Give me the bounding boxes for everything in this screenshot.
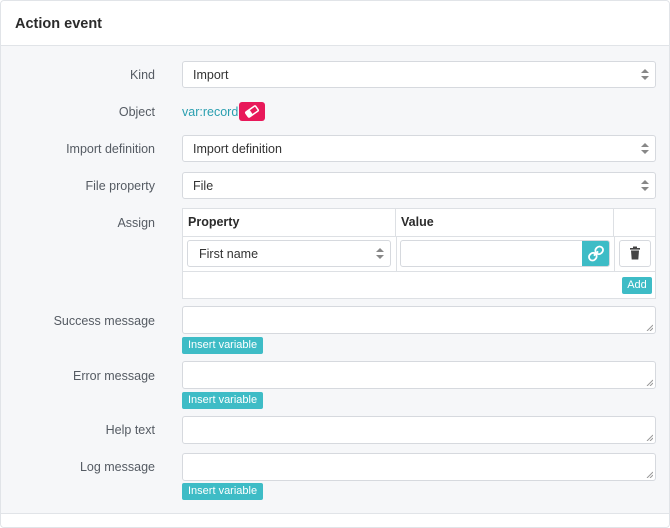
cell-divider <box>614 236 615 271</box>
object-label: Object <box>118 105 155 119</box>
resize-grip-icon[interactable] <box>646 324 653 331</box>
panel-title: Action event <box>15 16 103 32</box>
success-message-label: Success message <box>53 314 155 328</box>
sort-caret-icon <box>641 143 649 155</box>
error-message-textarea[interactable] <box>182 361 656 389</box>
link-variable-button[interactable] <box>582 241 609 266</box>
cell-divider <box>396 236 397 271</box>
action-event-panel: Action event Kind Import Object var:reco… <box>0 0 670 528</box>
table-header-divider <box>183 236 655 237</box>
log-message-label: Log message <box>79 460 155 474</box>
table-row-divider <box>183 271 655 272</box>
import-definition-select[interactable]: Import definition <box>182 135 656 162</box>
assign-property-value: First name <box>199 247 259 261</box>
file-property-label: File property <box>85 179 155 193</box>
insert-variable-button-success[interactable]: Insert variable <box>182 337 264 354</box>
help-text-label: Help text <box>105 423 155 437</box>
resize-grip-icon[interactable] <box>646 471 653 478</box>
error-message-label: Error message <box>73 369 155 383</box>
resize-grip-icon[interactable] <box>646 434 653 441</box>
assign-value-input[interactable] <box>400 240 610 267</box>
kind-select[interactable]: Import <box>182 61 656 88</box>
clear-object-button[interactable] <box>239 102 265 121</box>
insert-variable-button-error[interactable]: Insert variable <box>182 392 264 409</box>
import-definition-label: Import definition <box>66 142 155 156</box>
sort-caret-icon <box>641 180 649 192</box>
file-property-select-value: File <box>193 179 214 193</box>
delete-row-button[interactable] <box>619 240 651 267</box>
kind-select-value: Import <box>193 68 229 82</box>
add-row-button[interactable]: Add <box>622 277 652 294</box>
kind-label: Kind <box>129 68 155 82</box>
column-header-property: Property <box>183 209 396 236</box>
column-header-value: Value <box>396 209 614 236</box>
sort-caret-icon <box>641 69 649 81</box>
object-value-link[interactable]: var:record <box>182 105 238 119</box>
column-header-actions <box>614 209 655 236</box>
success-message-textarea[interactable] <box>182 306 656 334</box>
trash-icon <box>630 246 640 260</box>
sort-caret-icon <box>376 248 384 260</box>
insert-variable-button-log[interactable]: Insert variable <box>182 483 264 500</box>
import-definition-select-value: Import definition <box>193 142 282 156</box>
eraser-icon <box>245 105 259 118</box>
link-icon <box>588 245 604 262</box>
file-property-select[interactable]: File <box>182 172 656 199</box>
panel-footer <box>1 513 669 527</box>
assign-label: Assign <box>117 216 155 230</box>
assign-table: Property Value First name Add <box>182 208 656 299</box>
assign-property-select[interactable]: First name <box>187 240 391 267</box>
help-text-textarea[interactable] <box>182 416 656 444</box>
log-message-textarea[interactable] <box>182 453 656 481</box>
panel-header: Action event <box>1 1 669 46</box>
resize-grip-icon[interactable] <box>646 379 653 386</box>
